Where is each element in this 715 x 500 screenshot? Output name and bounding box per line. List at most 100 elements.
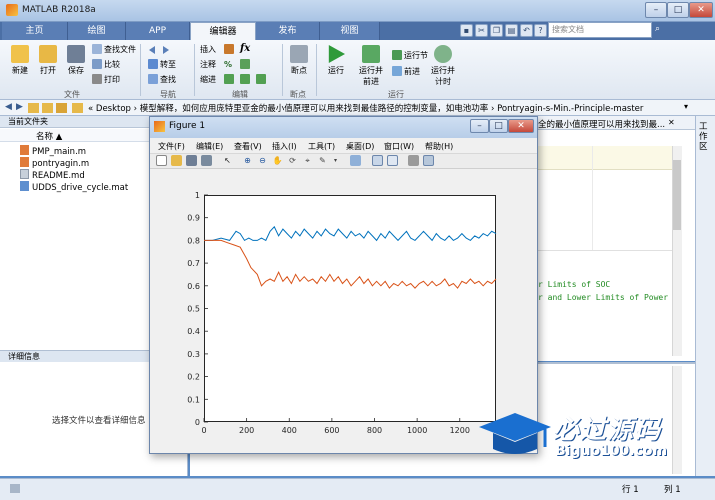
search-docs-input[interactable]: 搜索文档 [548, 22, 652, 38]
title-bar [0, 0, 715, 22]
insert-button[interactable]: 插入 [200, 44, 216, 56]
run-section-icon [392, 50, 402, 60]
status-indicator-icon [10, 484, 20, 493]
fx-button[interactable]: fx [240, 43, 250, 55]
goto-label: 转至 [160, 60, 176, 69]
maximize-button[interactable]: □ [667, 2, 689, 18]
folder-up-icon[interactable] [56, 103, 67, 113]
tab-editor[interactable]: 编辑器 [190, 22, 256, 40]
x-tick-label: 0 [201, 426, 206, 435]
indent-more-icon [256, 74, 266, 84]
decrease-indent-icon[interactable] [240, 74, 252, 86]
run-advance-icon [362, 45, 380, 63]
tab-view[interactable]: 视图 [320, 22, 380, 40]
series-line-2 [204, 239, 497, 289]
increase-indent-icon[interactable] [256, 74, 268, 86]
comment-button[interactable]: 注释 [200, 59, 216, 71]
search-icon[interactable]: ⌕ [655, 24, 667, 37]
editor-gutter-line [592, 146, 593, 251]
find-button[interactable]: 查找 [148, 74, 176, 86]
ribbon-divider [140, 44, 141, 96]
find-label: 查找 [160, 75, 176, 84]
forward-arrow-icon[interactable]: ▶ [16, 102, 23, 112]
x-tick-label: 200 [239, 426, 254, 435]
folder-icon [39, 45, 57, 63]
compare-button[interactable]: 比较 [92, 59, 120, 71]
find-files-label: 查找文件 [104, 45, 136, 54]
save-quick-icon[interactable]: ▪ [460, 24, 473, 37]
window-title: MATLAB R2018a [22, 5, 96, 15]
save-button[interactable]: 保存 [62, 45, 90, 76]
list-item[interactable]: UDDS_drive_cycle.mat [20, 181, 128, 193]
run-advance-label1: 运行并 [359, 66, 383, 75]
run-group-label: 运行 [388, 90, 404, 99]
insert-menu-icon[interactable] [224, 44, 236, 56]
y-tick-label: 1 [195, 191, 200, 200]
nav-arrows-icon[interactable] [147, 45, 175, 55]
indent-label: 缩进 [200, 75, 216, 84]
list-item[interactable]: PMP_main.m [20, 145, 86, 157]
new-label: 新建 [12, 66, 28, 75]
edit-group-label: 编辑 [232, 90, 248, 99]
wrap-comments-icon[interactable] [240, 59, 252, 71]
comment-label: 注释 [200, 60, 216, 69]
y-tick-label: 0.7 [187, 259, 200, 268]
list-item[interactable]: README.md [20, 169, 85, 181]
path-dropdown-icon[interactable]: ▾ [684, 102, 688, 111]
x-tick-label: 400 [282, 426, 297, 435]
watermark-brand: 必过源码 [553, 415, 662, 445]
ribbon-divider [316, 44, 317, 96]
print-button[interactable]: 打印 [92, 74, 120, 86]
code-cell-highlight [538, 146, 673, 170]
tab-home[interactable]: 主页 [2, 22, 68, 40]
breakpoints-button[interactable]: 断点 [286, 45, 312, 76]
tab-apps[interactable]: APP [126, 22, 190, 40]
smart-indent-icon[interactable] [224, 74, 236, 86]
browse-folder-icon[interactable] [28, 103, 39, 113]
back-arrow-icon[interactable]: ◀ [5, 102, 12, 112]
current-folder-icon [72, 103, 83, 113]
plot-svg: 0 0.1 0.2 0.3 0.4 0.5 0.6 0.7 0.8 0.9 1 0 200 400 600 8… [187, 191, 497, 435]
run-button[interactable]: 运行 [322, 45, 350, 76]
current-path[interactable]: « Desktop › 模型解释，如何应用庞特里亚金的最小值原理可以用来找到最佳… [88, 102, 643, 114]
run-label: 运行 [328, 66, 344, 75]
breakpoints-group-label: 断点 [290, 90, 306, 99]
editor-close-icon[interactable]: ✕ [668, 118, 675, 127]
find-files-button[interactable]: 查找文件 [92, 44, 136, 56]
minimize-button[interactable]: – [645, 2, 667, 18]
paste-quick-icon[interactable]: ▤ [505, 24, 518, 37]
open-button[interactable]: 打开 [34, 45, 62, 76]
tab-plots[interactable]: 绘图 [68, 22, 126, 40]
up-folder-icon[interactable] [42, 103, 53, 113]
cut-quick-icon[interactable]: ✂ [475, 24, 488, 37]
save-icon [67, 45, 85, 63]
name-column-header[interactable]: 名称 ▲ [36, 130, 62, 142]
figure-window[interactable]: Figure 1 – □ ✕ 文件(F) 编辑(E) 查看(V) 插入(I) 工… [149, 116, 538, 454]
undo-quick-icon[interactable]: ↶ [520, 24, 533, 37]
workspace-tab-label[interactable]: 工作区 [699, 122, 711, 152]
tab-publish[interactable]: 发布 [256, 22, 320, 40]
graduation-cap-icon [479, 413, 551, 454]
help-quick-icon[interactable]: ? [534, 24, 547, 37]
new-button[interactable]: 新建 [6, 45, 34, 76]
percent-comment-button[interactable]: % [224, 59, 232, 71]
close-button[interactable]: ✕ [689, 2, 713, 18]
advance-button[interactable]: 前进 [392, 66, 420, 78]
m-file-icon [20, 157, 29, 167]
goto-button[interactable]: 转至 [148, 59, 176, 71]
details-hint: 选择文件以查看详细信息 [52, 416, 146, 426]
run-and-time-button[interactable]: 运行并 计时 [428, 45, 458, 87]
watermark: 必过源码 Biguo100.com [475, 405, 715, 465]
indent-button[interactable]: 缩进 [200, 74, 216, 86]
series-line-1 [204, 225, 497, 242]
mat-file-icon [20, 181, 29, 191]
editor-tab-title[interactable]: 全的最小值原理可以用来找到最... [538, 118, 665, 130]
list-item[interactable]: pontryagin.m [20, 157, 89, 169]
copy-quick-icon[interactable]: ❐ [490, 24, 503, 37]
run-and-advance-button[interactable]: 运行并 前进 [356, 45, 386, 87]
run-time-label2: 计时 [435, 77, 451, 86]
code-comment-line: r Limits of SOC [538, 280, 611, 289]
editor-scroll-thumb[interactable] [673, 160, 681, 230]
run-section-button[interactable]: 运行节 [392, 50, 428, 62]
run-section-label: 运行节 [404, 51, 428, 60]
